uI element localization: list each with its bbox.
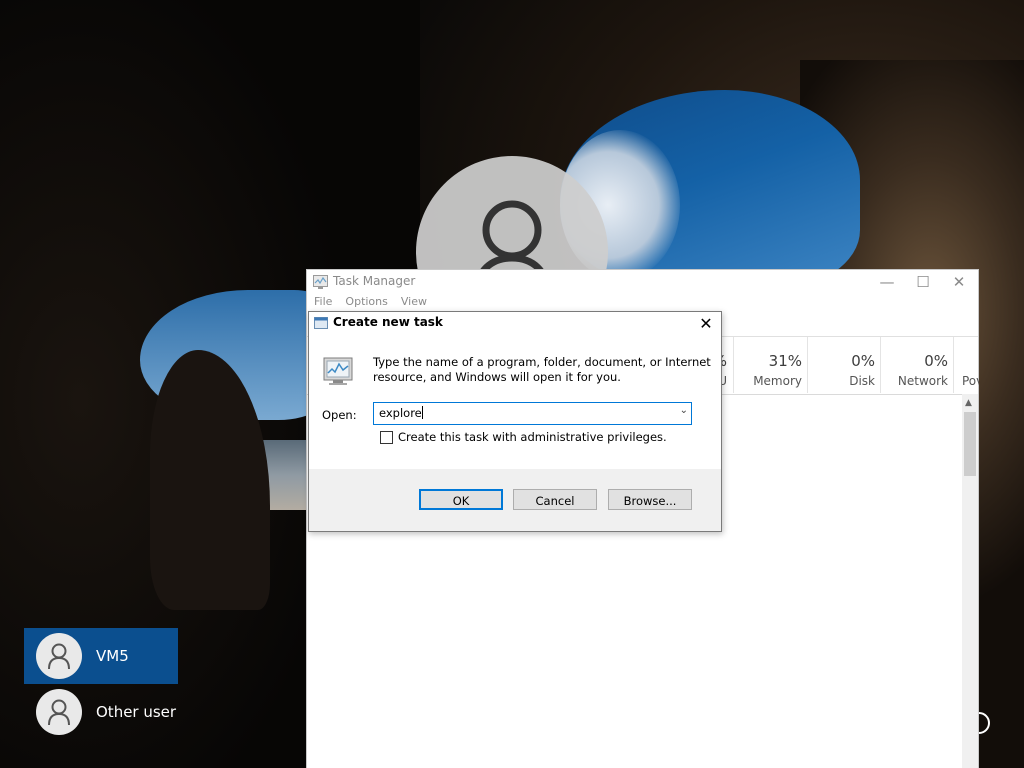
column-disk[interactable]: 0% Disk bbox=[807, 337, 881, 393]
open-input[interactable]: explore bbox=[379, 406, 423, 420]
chevron-down-icon[interactable]: ⌄ bbox=[680, 405, 688, 416]
window-title: Task Manager bbox=[333, 274, 416, 288]
admin-privileges-checkbox[interactable] bbox=[380, 430, 393, 444]
column-percent: 0% bbox=[851, 352, 875, 370]
close-window-button[interactable]: ✕ bbox=[940, 270, 978, 294]
run-dialog-icon bbox=[314, 317, 328, 332]
open-input-value: explore bbox=[379, 406, 422, 420]
close-icon[interactable]: ✕ bbox=[693, 312, 719, 334]
cancel-button[interactable]: Cancel bbox=[513, 489, 597, 510]
column-percent: 31% bbox=[768, 352, 802, 370]
user-tile-other-user[interactable]: Other user bbox=[24, 684, 178, 740]
user-icon bbox=[48, 643, 70, 669]
maximize-button[interactable]: ☐ bbox=[904, 270, 942, 294]
user-icon bbox=[48, 699, 70, 725]
column-label: Disk bbox=[849, 374, 875, 388]
scrollbar-thumb[interactable] bbox=[964, 412, 976, 476]
column-label: Pov bbox=[962, 374, 979, 388]
ok-button[interactable]: OK bbox=[419, 489, 503, 510]
column-label: Memory bbox=[753, 374, 802, 388]
menu-view[interactable]: View bbox=[394, 294, 433, 312]
open-label: Open: bbox=[322, 408, 357, 422]
create-new-task-dialog: Create new task ✕ Type the name of a pro… bbox=[308, 311, 722, 532]
column-power[interactable]: Pov bbox=[953, 337, 979, 393]
menu-options[interactable]: Options bbox=[338, 294, 393, 312]
column-percent: 0% bbox=[924, 352, 948, 370]
admin-privileges-label[interactable]: Create this task with administrative pri… bbox=[398, 430, 667, 444]
menu-file[interactable]: File bbox=[307, 294, 338, 312]
task-manager-icon bbox=[313, 275, 328, 292]
user-avatar bbox=[36, 689, 82, 735]
user-avatar bbox=[36, 633, 82, 679]
column-memory[interactable]: 31% Memory bbox=[733, 337, 808, 393]
dialog-titlebar[interactable]: Create new task ✕ bbox=[309, 312, 721, 334]
column-network[interactable]: 0% Network bbox=[880, 337, 954, 393]
scroll-up-icon[interactable]: ▲ bbox=[965, 398, 972, 408]
column-label: Network bbox=[897, 374, 948, 388]
open-combobox[interactable]: explore ⌄ bbox=[373, 402, 692, 425]
text-cursor bbox=[421, 406, 423, 419]
browse-button[interactable]: Browse... bbox=[608, 489, 692, 510]
dialog-description: Type the name of a program, folder, docu… bbox=[373, 355, 711, 384]
vertical-scrollbar[interactable]: ▲ bbox=[962, 394, 978, 768]
minimize-button[interactable]: — bbox=[868, 270, 906, 294]
dialog-title: Create new task bbox=[333, 315, 443, 329]
menu-bar: File Options View bbox=[307, 294, 978, 312]
task-manager-titlebar[interactable]: Task Manager — ☐ ✕ bbox=[307, 270, 978, 294]
admin-privileges-row[interactable]: Create this task with administrative pri… bbox=[380, 430, 667, 444]
user-tile-vm5[interactable]: VM5 bbox=[24, 628, 178, 684]
user-name: VM5 bbox=[96, 647, 129, 665]
user-name: Other user bbox=[96, 703, 177, 721]
task-manager-program-icon bbox=[322, 356, 354, 389]
